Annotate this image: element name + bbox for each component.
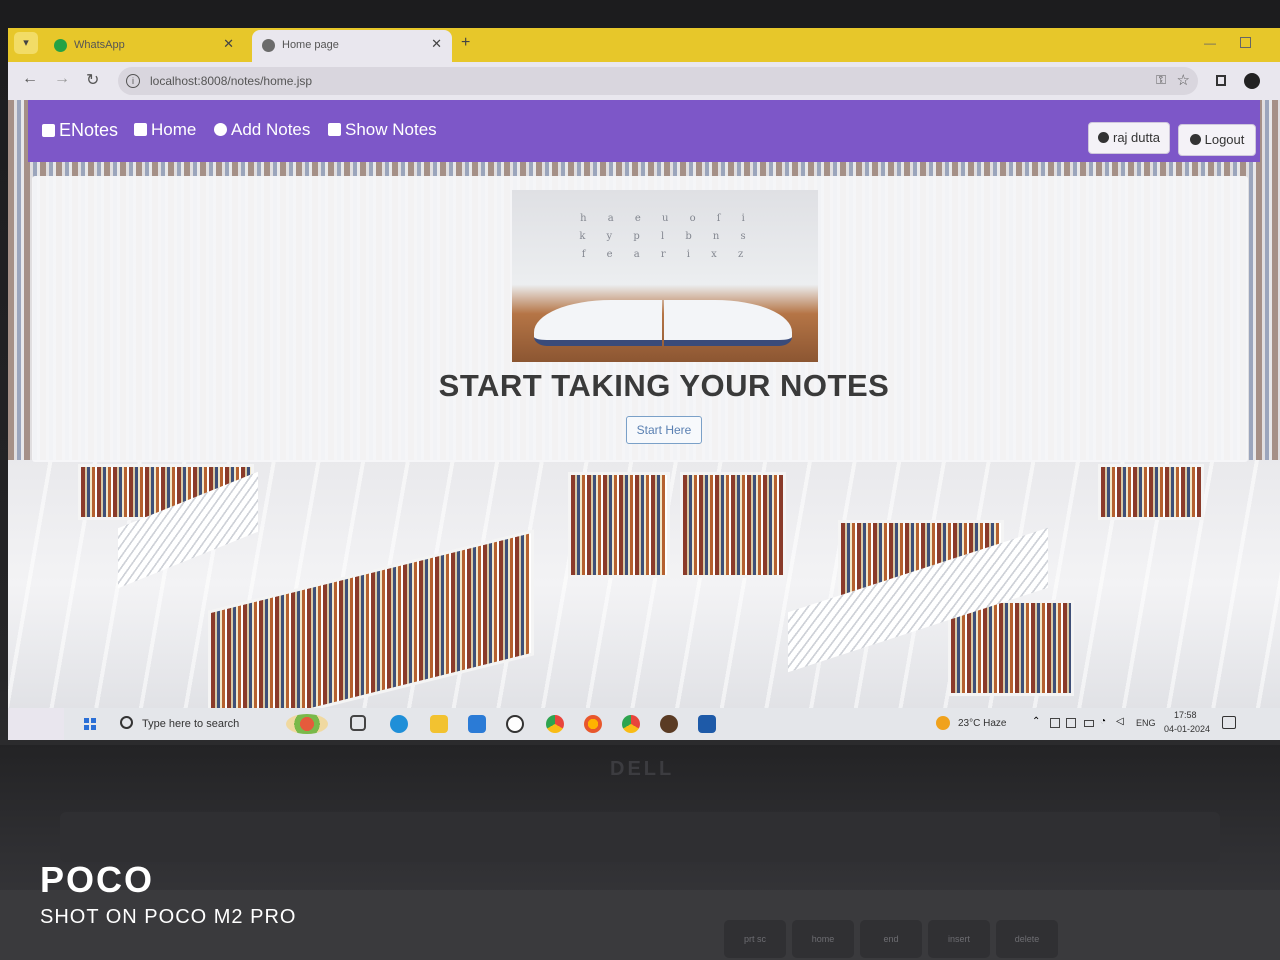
tab-search-button[interactable]: ▾ — [14, 32, 38, 54]
camera-watermark: POCO SHOT ON POCO M2 PRO — [40, 860, 296, 929]
tab-label: Home page — [282, 39, 339, 51]
navbar: ENotes Home Add Notes Show Notes raj dut… — [28, 100, 1260, 162]
weather-text[interactable]: 23°C Haze — [958, 718, 1006, 729]
bookshelf — [948, 600, 1074, 696]
start-here-button[interactable]: Start Here — [626, 416, 702, 444]
windows-taskbar: Type here to search 23°C Haze ⌃ ◔ ◁ ENG … — [64, 708, 1280, 740]
hero-jumbotron: h a e u o ſ i k y p l b n s f e a r i x … — [32, 176, 1248, 462]
search-icon[interactable] — [120, 716, 133, 729]
tray-chevron-icon[interactable]: ⌃ — [1032, 716, 1042, 727]
brand-link[interactable]: ENotes — [42, 120, 118, 141]
laptop-screen: ▾ WhatsApp ✕ Home page ✕ + — ← → ↻ i loc… — [8, 28, 1280, 740]
weather-icon[interactable] — [936, 716, 950, 730]
book-page-left — [534, 300, 662, 346]
wifi-icon[interactable]: ◔ — [1100, 716, 1110, 727]
password-key-icon[interactable]: ⚿ — [1156, 72, 1166, 88]
vscode-icon[interactable] — [698, 715, 716, 733]
nav-home-label: Home — [151, 120, 197, 139]
profile-avatar-icon[interactable] — [1244, 73, 1260, 89]
bookshelf — [568, 472, 670, 578]
book-page-right — [664, 300, 792, 346]
tray-display-icon[interactable] — [1066, 718, 1076, 728]
clock-time[interactable]: 17:58 — [1174, 710, 1197, 720]
chrome-icon[interactable] — [546, 715, 564, 733]
language-indicator[interactable]: ENG — [1136, 718, 1156, 728]
windows-start-icon[interactable] — [84, 718, 96, 730]
brand-label: ENotes — [59, 120, 119, 140]
forward-icon[interactable]: → — [54, 70, 70, 88]
taskbar-search-input[interactable]: Type here to search — [142, 718, 239, 730]
close-icon[interactable]: ✕ — [431, 36, 442, 52]
bookmark-star-icon[interactable]: ☆ — [1177, 71, 1190, 89]
app-icon[interactable] — [660, 715, 678, 733]
search-highlight-icon[interactable] — [286, 714, 328, 734]
nav-show-notes-label: Show Notes — [345, 120, 437, 139]
web-page: ENotes Home Add Notes Show Notes raj dut… — [8, 100, 1280, 708]
hero-title: START TAKING YOUR NOTES — [438, 368, 890, 403]
bookshelf — [1098, 464, 1204, 520]
laptop-logo: DELL — [610, 758, 675, 780]
volume-icon[interactable]: ◁ — [1116, 716, 1126, 727]
book-icon — [42, 124, 55, 137]
minimize-icon[interactable]: — — [1204, 36, 1216, 50]
battery-icon[interactable] — [1084, 720, 1094, 727]
globe-icon — [262, 39, 275, 52]
task-view-icon[interactable] — [350, 715, 366, 731]
nav-add-notes[interactable]: Add Notes — [214, 120, 310, 140]
nav-show-notes[interactable]: Show Notes — [328, 120, 437, 140]
maximize-icon[interactable] — [1240, 37, 1251, 48]
logout-button-label: Logout — [1204, 132, 1245, 147]
plus-circle-icon — [214, 123, 227, 136]
file-explorer-icon[interactable] — [430, 715, 448, 733]
key-delete: delete — [996, 920, 1058, 958]
key-end: end — [860, 920, 922, 958]
back-icon[interactable]: ← — [22, 70, 38, 88]
edge-icon[interactable] — [390, 715, 408, 733]
address-bar[interactable]: i localhost:8008/notes/home.jsp ⚿ ☆ — [118, 67, 1198, 95]
nav-home[interactable]: Home — [134, 120, 196, 140]
open-book-image: h a e u o ſ i k y p l b n s f e a r i x … — [512, 190, 818, 362]
whatsapp-icon — [54, 39, 67, 52]
clock-date[interactable]: 04-01-2024 — [1164, 724, 1210, 734]
browser-toolbar: ← → ↻ i localhost:8008/notes/home.jsp ⚿ … — [8, 62, 1280, 100]
nav-add-notes-label: Add Notes — [231, 120, 311, 139]
tab-label: WhatsApp — [74, 39, 125, 51]
notification-icon[interactable] — [1222, 716, 1236, 729]
browser-tab-bar: ▾ WhatsApp ✕ Home page ✕ + — — [8, 28, 1280, 62]
address-book-icon — [328, 123, 341, 136]
mail-icon[interactable] — [468, 715, 486, 733]
watermark-brand: POCO — [40, 859, 155, 900]
side-panel-icon[interactable] — [1216, 75, 1226, 86]
key-insert: insert — [928, 920, 990, 958]
firefox-icon[interactable] — [584, 715, 602, 733]
user-button[interactable]: raj dutta — [1088, 122, 1170, 154]
floating-letters-decoration: h a e u o ſ i k y p l b n s f e a r i x … — [579, 213, 755, 260]
watermark-subtitle: SHOT ON POCO M2 PRO — [40, 906, 297, 928]
url-text[interactable]: localhost:8008/notes/home.jsp — [150, 74, 312, 88]
user-button-label: raj dutta — [1113, 130, 1160, 145]
tray-app-icon[interactable] — [1050, 718, 1060, 728]
key-home: home — [792, 920, 854, 958]
logout-button[interactable]: Logout — [1178, 124, 1256, 156]
chrome-profile-icon[interactable] — [622, 715, 640, 733]
tab-whatsapp[interactable]: WhatsApp ✕ — [44, 30, 244, 62]
home-icon — [134, 123, 147, 136]
laptop-hinge — [60, 812, 1220, 862]
tab-home-page[interactable]: Home page ✕ — [252, 30, 452, 62]
user-plus-icon — [1189, 134, 1201, 145]
new-tab-button[interactable]: + — [461, 34, 470, 52]
user-circle-icon — [1098, 132, 1109, 143]
close-icon[interactable]: ✕ — [223, 36, 234, 52]
key-prtsc: prt sc — [724, 920, 786, 958]
site-info-icon[interactable]: i — [126, 74, 140, 88]
reload-icon[interactable]: ↻ — [86, 70, 99, 90]
bookshelf — [680, 472, 786, 578]
dell-icon[interactable] — [506, 715, 524, 733]
